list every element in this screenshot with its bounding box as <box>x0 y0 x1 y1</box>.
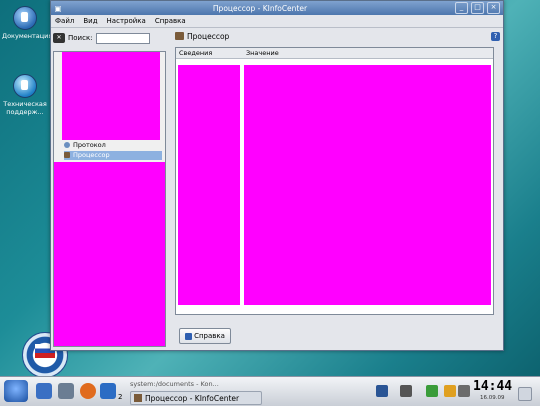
task-label: Процессор - KInfoCenter <box>145 393 240 403</box>
processor-icon <box>64 152 70 158</box>
tree-item-protocol[interactable]: Протокол <box>64 141 162 150</box>
task-label: system:/documents - Kon... <box>130 380 219 388</box>
support-icon <box>13 74 37 98</box>
minimize-button[interactable]: _ <box>455 2 468 14</box>
menu-help[interactable]: Справка <box>155 17 186 25</box>
home-icon[interactable] <box>36 383 52 399</box>
tree-item-label: Процессор <box>73 151 110 159</box>
title-bar[interactable]: ▣ Процессор - KInfoCenter _ □ × <box>51 1 503 15</box>
firefox-icon[interactable] <box>80 383 96 399</box>
document-icon[interactable] <box>100 383 116 399</box>
window-menu-icon[interactable]: ▣ <box>51 4 65 13</box>
maximize-button[interactable]: □ <box>471 2 484 14</box>
redacted-block <box>178 65 491 305</box>
display-icon[interactable] <box>400 385 412 397</box>
date: 16.09.09 <box>480 395 505 401</box>
clock[interactable]: 14:44 <box>473 379 512 394</box>
task-inactive[interactable]: system:/documents - Kon... <box>130 380 250 390</box>
search-row: ✕ Поиск: <box>53 29 166 47</box>
terminal-icon[interactable] <box>58 383 74 399</box>
start-menu-button[interactable] <box>4 380 28 402</box>
network-icon[interactable] <box>426 385 438 397</box>
menu-settings[interactable]: Настройка <box>107 17 146 25</box>
module-tree: Протокол Процессор <box>53 51 166 347</box>
desktop-icon-documentation[interactable]: Документация <box>2 6 53 40</box>
table-header: Сведения Значение <box>176 48 493 59</box>
search-label: Поиск: <box>68 34 93 42</box>
column-header[interactable]: Сведения <box>176 49 243 57</box>
kinfocenter-window: ▣ Процессор - KInfoCenter _ □ × Файл Вид… <box>50 0 504 351</box>
menu-bar: Файл Вид Настройка Справка <box>51 15 503 28</box>
desktop-icon-label: Документация <box>2 32 53 40</box>
help-icon[interactable]: ? <box>491 31 500 41</box>
left-pane: ✕ Поиск: Протокол Процессор <box>53 29 166 347</box>
desktop-icon-support[interactable]: Техническая поддерж... <box>2 74 48 116</box>
protocol-icon <box>64 142 70 148</box>
task-active[interactable]: Процессор - KInfoCenter <box>130 391 262 405</box>
keyboard-icon[interactable] <box>444 385 456 397</box>
help-button-label: Справка <box>194 332 225 340</box>
desktop-icon-label: Техническая поддерж... <box>3 100 47 116</box>
taskbar: 2 system:/documents - Kon... Процессор -… <box>0 376 540 406</box>
help-icon <box>185 332 193 340</box>
tree-item-processor[interactable]: Процессор <box>64 151 162 160</box>
column-header[interactable]: Значение <box>243 49 310 57</box>
help-button[interactable]: Справка <box>179 328 231 344</box>
search-input[interactable] <box>95 32 150 44</box>
menu-view[interactable]: Вид <box>83 17 97 25</box>
panel-header: Процессор ? <box>175 29 500 43</box>
column-divider <box>240 65 244 305</box>
volume-icon[interactable] <box>458 385 470 397</box>
desktop-number[interactable]: 2 <box>118 393 122 401</box>
info-table: Сведения Значение <box>175 47 494 315</box>
redacted-block <box>62 52 160 140</box>
close-button[interactable]: × <box>487 2 500 14</box>
clear-search-icon[interactable]: ✕ <box>53 33 65 43</box>
screen-icon[interactable] <box>376 385 388 397</box>
window-title: Процессор - KInfoCenter <box>212 3 308 13</box>
documentation-icon <box>13 6 37 30</box>
tree-item-label: Протокол <box>73 141 106 149</box>
processor-icon <box>175 32 184 40</box>
show-desktop-icon[interactable] <box>518 387 532 401</box>
panel-title: Процессор <box>187 31 230 41</box>
processor-icon <box>134 394 142 402</box>
redacted-block <box>54 162 165 346</box>
right-pane: Процессор ? Сведения Значение <box>175 29 500 316</box>
menu-file[interactable]: Файл <box>55 17 74 25</box>
